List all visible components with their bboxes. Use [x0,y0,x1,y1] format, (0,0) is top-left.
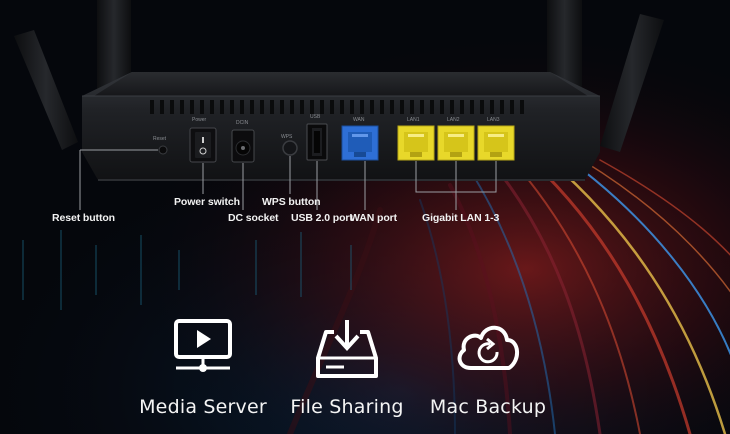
callout-gigabit-lan: Gigabit LAN 1-3 [422,212,500,224]
mac-backup-icon [457,325,519,370]
port-label-reset: Reset [153,136,167,142]
feature-label: File Sharing [290,396,404,418]
reset-hole[interactable] [158,145,168,155]
port-label-lan1: LAN1 [407,117,420,123]
wan-port[interactable] [341,125,379,161]
callout-usb-port: USB 2.0 port [291,212,353,224]
media-server-icon [174,319,232,372]
usb-port[interactable] [306,123,328,161]
port-label-wps: WPS [281,134,293,140]
port-label-dc: DCIN [236,120,249,126]
feature-label: Media Server [139,396,267,418]
wps-button[interactable] [282,140,298,156]
power-switch[interactable] [189,127,217,163]
callout-reset-button: Reset button [52,212,115,224]
port-label-lan2: LAN2 [447,117,460,123]
lan-port-3[interactable] [477,125,515,161]
port-label-usb: USB [310,114,321,120]
lan-port-1[interactable] [397,125,435,161]
router-body [82,72,600,181]
feature-file-sharing: File Sharing [277,318,417,418]
port-label-wan: WAN [353,117,365,123]
callout-wan-port: WAN port [350,212,398,224]
callout-power-switch: Power switch [174,196,240,208]
port-label-lan3: LAN3 [487,117,500,123]
callout-wps-button: WPS button [262,196,321,208]
feature-media-server: Media Server [133,318,273,418]
callout-dc-socket: DC socket [228,212,279,224]
feature-label: Mac Backup [429,396,547,418]
lan-port-2[interactable] [437,125,475,161]
port-label-power: Power [192,117,207,123]
feature-mac-backup: Mac Backup [418,318,558,418]
lan-ports [397,125,515,161]
dc-socket[interactable] [231,129,255,163]
file-sharing-icon [316,320,378,378]
